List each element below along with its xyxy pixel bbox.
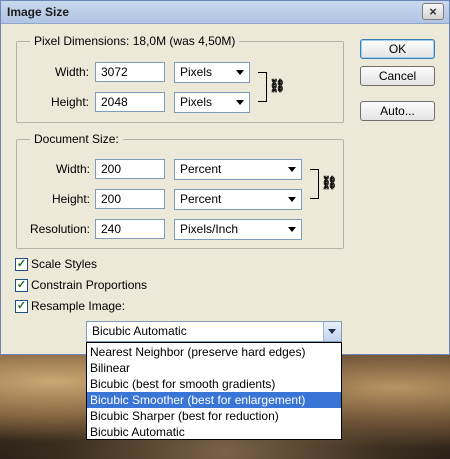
link-bracket (310, 169, 319, 199)
resolution-input[interactable]: 240 (95, 219, 165, 239)
doc-width-input[interactable]: 200 (95, 159, 165, 179)
chevron-down-icon (236, 70, 244, 75)
option-bicubic-sharper[interactable]: Bicubic Sharper (best for reduction) (87, 408, 341, 424)
pixel-width-unit-select[interactable]: Pixels (174, 62, 250, 83)
resample-image-checkbox[interactable]: ✓ (15, 300, 28, 313)
check-icon: ✓ (16, 279, 27, 291)
cancel-button[interactable]: Cancel (360, 66, 435, 86)
doc-height-input[interactable]: 200 (95, 189, 165, 209)
scale-styles-label[interactable]: Scale Styles (31, 257, 97, 271)
chevron-down-icon (288, 167, 296, 172)
title-bar: Image Size × (1, 1, 449, 24)
pixel-width-label: Width: (54, 65, 89, 79)
dropdown-toggle-button[interactable] (323, 322, 341, 341)
chevron-down-icon (288, 227, 296, 232)
option-bicubic-smoother[interactable]: Bicubic Smoother (best for enlargement) (87, 392, 341, 408)
close-button[interactable]: × (422, 3, 444, 20)
document-size-legend: Document Size: (30, 132, 123, 146)
doc-height-label: Height: (51, 192, 90, 206)
scale-styles-checkbox[interactable]: ✓ (15, 258, 28, 271)
chain-link-icon: ⛓ (269, 78, 286, 93)
ok-button[interactable]: OK (360, 39, 435, 59)
pixel-height-input[interactable]: 2048 (95, 92, 165, 112)
resolution-unit-select[interactable]: Pixels/Inch (174, 219, 302, 240)
pixel-dimensions-summary: 18,0M (was 4,50M) (132, 34, 236, 48)
chevron-down-icon (328, 329, 336, 334)
dialog-title: Image Size (7, 5, 70, 19)
option-bilinear[interactable]: Bilinear (87, 360, 341, 376)
option-nearest-neighbor[interactable]: Nearest Neighbor (preserve hard edges) (87, 344, 341, 360)
resolution-label: Resolution: (29, 222, 90, 236)
pixel-width-input[interactable]: 3072 (95, 62, 165, 82)
document-size-group: Document Size: Width: 200 Percent Height… (16, 132, 344, 249)
check-icon: ✓ (16, 258, 27, 270)
doc-height-unit-select[interactable]: Percent (174, 189, 302, 210)
constrain-proportions-label[interactable]: Constrain Proportions (31, 278, 147, 292)
option-bicubic-automatic[interactable]: Bicubic Automatic (87, 424, 341, 440)
auto-button[interactable]: Auto... (360, 101, 435, 121)
chain-link-icon: ⛓ (321, 175, 338, 190)
pixel-height-unit-select[interactable]: Pixels (174, 92, 250, 113)
resample-method-dropdown: Nearest Neighbor (preserve hard edges) B… (86, 342, 342, 440)
resample-method-select[interactable]: Bicubic Automatic (86, 321, 342, 342)
check-icon: ✓ (16, 300, 27, 312)
pixel-dimensions-legend: Pixel Dimensions: 18,0M (was 4,50M) (30, 34, 240, 48)
doc-width-unit-select[interactable]: Percent (174, 159, 302, 180)
chevron-down-icon (288, 197, 296, 202)
pixel-height-label: Height: (50, 95, 89, 109)
pixel-dimensions-group: Pixel Dimensions: 18,0M (was 4,50M) Widt… (16, 34, 344, 123)
link-bracket (258, 72, 267, 102)
close-icon: × (429, 4, 437, 19)
option-bicubic[interactable]: Bicubic (best for smooth gradients) (87, 376, 341, 392)
doc-width-label: Width: (55, 162, 90, 176)
constrain-proportions-checkbox[interactable]: ✓ (15, 279, 28, 292)
image-size-dialog: Image Size × Pixel Dimensions: 18,0M (wa… (0, 0, 450, 355)
chevron-down-icon (236, 100, 244, 105)
resample-image-label[interactable]: Resample Image: (31, 299, 125, 313)
